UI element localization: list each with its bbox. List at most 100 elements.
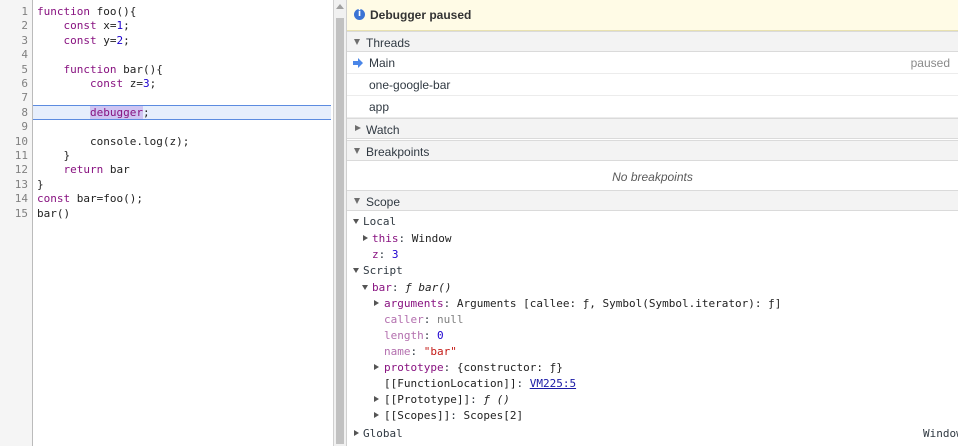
paused-message: Debugger paused (370, 8, 472, 22)
expand-triangle-icon (354, 198, 360, 204)
property-name: bar (372, 281, 392, 294)
property-name: [[Scopes]] (384, 409, 451, 422)
property-value: Arguments [callee: ƒ, Symbol(Symbol.iter… (456, 297, 782, 310)
collapse-triangle-icon[interactable] (363, 235, 368, 241)
line-number[interactable]: 14 (0, 192, 28, 206)
watch-section-header[interactable]: Watch (347, 118, 958, 139)
line-number[interactable]: 15 (0, 207, 28, 221)
scope-section-header[interactable]: Scope (347, 190, 958, 211)
section-title: Threads (366, 36, 411, 50)
collapse-triangle-icon[interactable] (374, 364, 379, 370)
line-number-gutter[interactable]: 1 2 3 4 5 6 7 8 9 10 11 12 13 14 15 (0, 0, 33, 446)
line-number[interactable]: 3 (0, 34, 28, 48)
threads-section-header[interactable]: Threads (347, 31, 958, 52)
scroll-up-arrow-icon[interactable] (336, 4, 344, 9)
line-number[interactable]: 8 (0, 106, 28, 120)
thread-name: Main (369, 56, 396, 70)
code-editor[interactable]: 1 2 3 4 5 6 7 8 9 10 11 12 13 14 15 func… (0, 0, 333, 446)
info-icon: i (354, 9, 365, 20)
line-number[interactable]: 11 (0, 149, 28, 163)
thread-item-one-google-bar[interactable]: one-google-bar (347, 74, 958, 96)
scope-property-scopes[interactable]: [[Scopes]]: Scopes[2] (384, 409, 523, 423)
property-value: {constructor: ƒ} (456, 361, 563, 374)
breakpoints-empty: No breakpoints (347, 165, 958, 189)
section-title: Breakpoints (366, 145, 430, 159)
expand-triangle-icon[interactable] (353, 219, 359, 224)
scope-script-label[interactable]: Script (363, 264, 403, 278)
code-line: const z=3; (89, 77, 157, 90)
code-line: const x=1; (63, 19, 130, 32)
editor-scrollbar[interactable] (333, 0, 347, 446)
thread-name: app (369, 100, 390, 114)
code-line: bar() (37, 207, 71, 220)
expand-triangle-icon[interactable] (362, 285, 368, 290)
scope-property-this[interactable]: this: Window (372, 232, 452, 246)
expand-triangle-icon (354, 39, 360, 45)
scope-property-caller[interactable]: caller: null (384, 313, 464, 327)
property-name: prototype (384, 361, 444, 374)
line-number[interactable]: 12 (0, 163, 28, 177)
section-title: Watch (366, 123, 400, 137)
property-name: z (372, 248, 379, 261)
property-value: ƒ () (483, 393, 510, 406)
scope-property-length[interactable]: length: 0 (384, 329, 444, 343)
expand-triangle-icon[interactable] (353, 268, 359, 273)
property-name: [[FunctionLocation]] (384, 377, 517, 390)
scope-global-value: Window (923, 427, 958, 440)
property-value: Window (411, 232, 452, 245)
code-line: const y=2; (63, 34, 130, 47)
line-number[interactable]: 5 (0, 63, 28, 77)
line-number[interactable]: 2 (0, 19, 28, 33)
property-name: [[Prototype]] (384, 393, 471, 406)
property-value: 3 (391, 248, 399, 261)
scope-property-prototype-internal[interactable]: [[Prototype]]: ƒ () (384, 393, 510, 407)
scope-property-function-location[interactable]: [[FunctionLocation]]: VM225:5 (384, 377, 576, 391)
collapse-triangle-icon (355, 125, 361, 131)
scope-property-prototype[interactable]: prototype: {constructor: ƒ} (384, 361, 563, 375)
line-number[interactable]: 4 (0, 48, 28, 62)
property-value: Scopes[2] (463, 409, 524, 422)
code-line: console.log(z); (37, 135, 190, 148)
collapse-triangle-icon[interactable] (354, 430, 359, 436)
line-number[interactable]: 9 (0, 120, 28, 134)
code-line: } (37, 178, 44, 191)
section-title: Scope (366, 195, 401, 209)
code-line: debugger; (89, 106, 150, 119)
scrollbar-thumb[interactable] (336, 18, 344, 444)
collapse-triangle-icon[interactable] (374, 412, 379, 418)
code-line: const bar=foo(); (37, 192, 143, 205)
property-name: arguments (384, 297, 444, 310)
collapse-triangle-icon[interactable] (374, 300, 379, 306)
scope-property-bar[interactable]: bar: ƒ bar() (372, 281, 451, 295)
scope-global-label[interactable]: Global (363, 427, 403, 441)
scope-local-label[interactable]: Local (363, 215, 396, 229)
debugger-sidebar: i Debugger paused Threads Main paused on… (347, 0, 958, 446)
collapse-triangle-icon[interactable] (374, 396, 379, 402)
thread-item-main[interactable]: Main paused (347, 52, 958, 74)
property-name: name (384, 345, 411, 358)
debugger-paused-banner: i Debugger paused (347, 0, 958, 31)
property-name: length (384, 329, 424, 342)
line-number[interactable]: 7 (0, 91, 28, 105)
property-value: ƒ bar() (405, 281, 452, 294)
scope-property-name[interactable]: name: "bar" (384, 345, 457, 359)
scope-property-arguments[interactable]: arguments: Arguments [callee: ƒ, Symbol(… (384, 297, 781, 311)
property-name: caller (384, 313, 424, 326)
line-number[interactable]: 1 (0, 5, 28, 19)
property-value: "bar" (423, 345, 457, 358)
thread-name: one-google-bar (369, 78, 451, 92)
thread-item-app[interactable]: app (347, 96, 958, 118)
breakpoints-section-header[interactable]: Breakpoints (347, 140, 958, 161)
function-location-link[interactable]: VM225:5 (530, 377, 576, 390)
thread-status: paused (910, 56, 950, 70)
code-line: } (37, 149, 71, 162)
line-number[interactable]: 6 (0, 77, 28, 91)
line-number[interactable]: 10 (0, 135, 28, 149)
scope-property-z[interactable]: z: 3 (372, 248, 399, 262)
property-value: null (437, 313, 464, 326)
line-number[interactable]: 13 (0, 178, 28, 192)
property-name: this (372, 232, 399, 245)
property-value: 0 (437, 329, 444, 342)
code-line: return bar (63, 163, 130, 176)
no-breakpoints-text: No breakpoints (612, 170, 693, 184)
